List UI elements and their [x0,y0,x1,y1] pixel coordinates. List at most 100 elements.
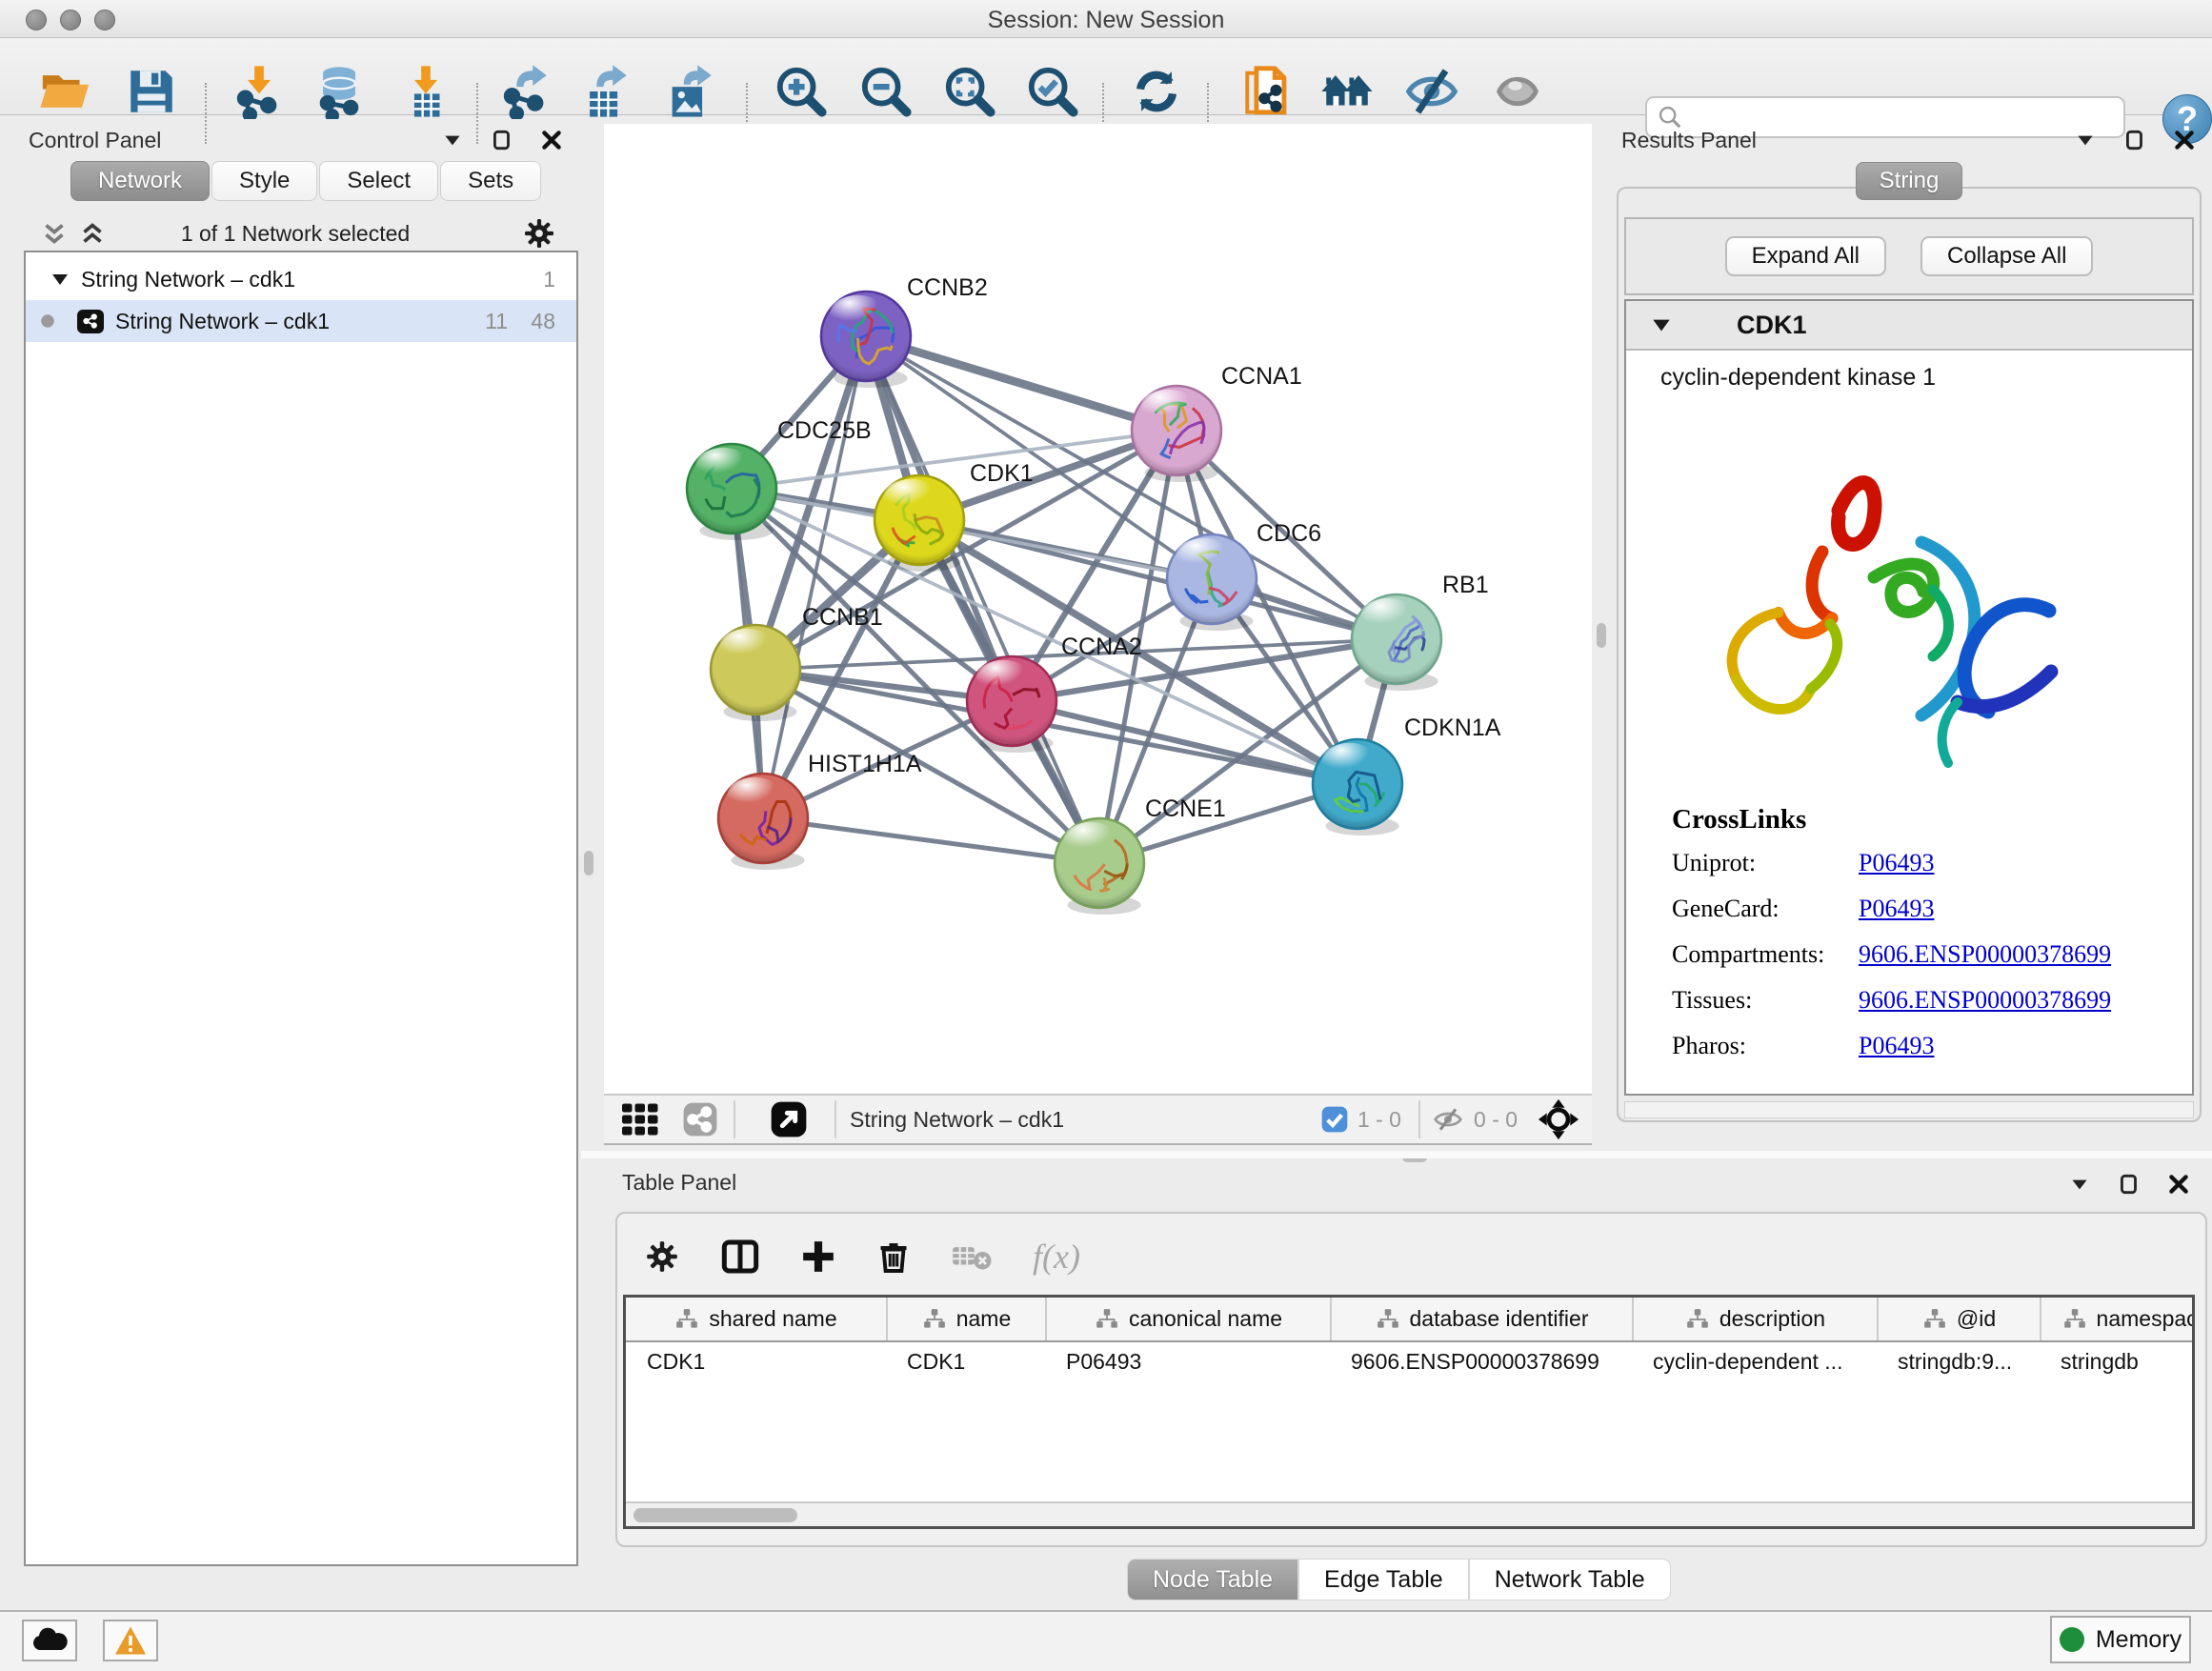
node-details-scroll[interactable]: CDK1 cyclin-dependent kinase 1 [1624,299,2194,1096]
column-header-description[interactable]: description [1632,1298,1877,1340]
panel-menu-icon[interactable] [2067,1172,2092,1197]
panel-menu-icon[interactable] [2073,128,2098,152]
table-cell[interactable]: CDK1 [626,1342,886,1380]
table-cell[interactable]: cyclin-dependent ... [1632,1342,1877,1380]
network-node-RB1[interactable]: RB1 [1352,572,1489,691]
import-network-database-icon[interactable] [312,64,367,119]
expand-all-button[interactable]: Expand All [1725,236,1886,276]
collapse-triangle-icon[interactable] [49,268,71,291]
table-cell[interactable]: stringdb:9... [1877,1342,2040,1380]
selected-checkbox-icon[interactable] [1319,1104,1350,1135]
crosslink-value-link[interactable]: 9606.ENSP00000378699 [1859,986,2111,1015]
network-node-CDC25B[interactable]: CDC25B [687,417,872,540]
panel-close-icon[interactable] [2172,128,2197,152]
panel-menu-icon[interactable] [440,128,465,152]
column-header-namespace[interactable]: namespace [2040,1298,2195,1340]
memory-button[interactable]: Memory [2050,1616,2191,1663]
network-node-HIST1H1A[interactable]: HIST1H1A [718,751,922,870]
show-columns-icon[interactable] [720,1238,760,1276]
show-view-icon[interactable] [1490,64,1545,119]
network-node-CDKN1A[interactable]: CDKN1A [1313,715,1501,836]
column-header-label: namespace [2097,1306,2195,1332]
zoom-fit-icon[interactable] [942,64,997,119]
network-edge-CCNE1-HIST1H1A[interactable] [763,818,1099,863]
add-column-icon[interactable] [800,1238,836,1275]
export-network-icon[interactable] [498,64,553,119]
network-canvas[interactable]: CCNB2CCNA1CDC25BCDK1CDC6RB1CCNB1CCNA2CDK… [604,124,1592,1094]
network-edge-CCNB2-CCNE1[interactable] [866,336,1099,863]
network-row[interactable]: String Network – cdk1 11 48 [26,300,576,342]
crosslink-value-link[interactable]: P06493 [1859,895,1934,923]
collapse-all-button[interactable]: Collapse All [1920,236,2093,276]
tab-edge-table[interactable]: Edge Table [1298,1559,1469,1601]
table-settings-gear-icon[interactable] [644,1238,680,1275]
export-table-icon[interactable] [578,64,633,119]
network-collection-row[interactable]: String Network – cdk1 1 [26,258,576,300]
column-header-canonical-name[interactable]: canonical name [1045,1298,1330,1340]
warnings-button[interactable] [103,1620,158,1661]
panel-float-icon[interactable] [2122,128,2147,152]
tab-select[interactable]: Select [319,161,438,201]
crosslink-value-link[interactable]: 9606.ENSP00000378699 [1859,940,2111,969]
delete-column-icon[interactable] [876,1238,911,1276]
tab-network[interactable]: Network [70,161,210,201]
home-icon[interactable] [1319,64,1375,119]
collapse-triangle-icon[interactable] [1649,312,1674,337]
zoom-selected-icon[interactable] [1025,64,1080,119]
column-header-shared-name[interactable]: shared name [626,1298,886,1340]
network-view-mode-icon[interactable] [680,1101,720,1137]
table-cell[interactable]: CDK1 [886,1342,1045,1380]
import-network-file-icon[interactable] [231,64,287,119]
crosslink-label: Uniprot: [1672,849,1859,877]
string-document-icon[interactable] [1240,64,1296,119]
refresh-icon[interactable] [1129,64,1184,119]
results-hscrollbar[interactable] [1624,1101,2194,1118]
crosslink-row: Uniprot:P06493 [1672,849,2186,877]
table-hscrollbar[interactable] [626,1501,2192,1526]
panel-float-icon[interactable] [490,128,514,152]
export-image-icon[interactable] [663,64,718,119]
grid-view-icon[interactable] [619,1102,665,1137]
left-divider-handle[interactable] [584,851,593,876]
network-node-CCNB1[interactable]: CCNB1 [711,604,883,721]
hide-graphics-details-icon[interactable] [1404,64,1459,119]
panel-close-icon[interactable] [2166,1172,2191,1197]
table-row[interactable]: CDK1CDK1P064939606.ENSP00000378699cyclin… [626,1342,2192,1380]
tab-style[interactable]: Style [211,161,317,201]
network-node-CCNA1[interactable]: CCNA1 [1132,363,1302,482]
right-divider-handle[interactable] [1597,623,1606,648]
zoom-out-icon[interactable] [858,64,914,119]
gene-section-header[interactable]: CDK1 [1626,301,2192,351]
crosslink-value-link[interactable]: P06493 [1859,1032,1934,1060]
table-cell[interactable]: P06493 [1045,1342,1330,1380]
tab-node-table[interactable]: Node Table [1127,1559,1298,1601]
table-cell[interactable]: 9606.ENSP00000378699 [1330,1342,1632,1380]
tab-sets[interactable]: Sets [440,161,541,201]
save-session-icon[interactable] [124,64,179,119]
detach-view-icon[interactable] [770,1100,808,1138]
import-table-file-icon[interactable] [398,64,453,119]
column-header-database-identifier[interactable]: database identifier [1330,1298,1632,1340]
tab-network-table[interactable]: Network Table [1469,1559,1671,1601]
gear-icon[interactable] [522,216,556,251]
hidden-eye-icon[interactable] [1430,1104,1466,1135]
crosslink-value-link[interactable]: P06493 [1859,849,1934,877]
table-hscroll-thumb[interactable] [633,1508,797,1522]
window-title: Session: New Session [0,7,2212,34]
column-header-name[interactable]: name [886,1298,1045,1340]
network-node-CCNE1[interactable]: CCNE1 [1055,795,1226,915]
open-session-icon[interactable] [38,64,93,119]
column-header--id[interactable]: @id [1877,1298,2040,1340]
birds-eye-icon[interactable] [1537,1097,1580,1141]
tab-string[interactable]: String [1856,162,1962,200]
network-node-CCNB2[interactable]: CCNB2 [821,274,988,388]
panel-close-icon[interactable] [539,128,564,152]
column-type-icon [1685,1308,1710,1331]
table-panel: Table Panel [581,1151,2212,1610]
table-cell[interactable]: stringdb [2040,1342,2195,1380]
node-table[interactable]: shared namenamecanonical namedatabase id… [623,1295,2195,1529]
panel-float-icon[interactable] [2117,1172,2142,1197]
cloud-button[interactable] [22,1620,77,1661]
network-edge-CCNB2-CCNA1[interactable] [866,336,1176,431]
zoom-in-icon[interactable] [774,64,829,119]
